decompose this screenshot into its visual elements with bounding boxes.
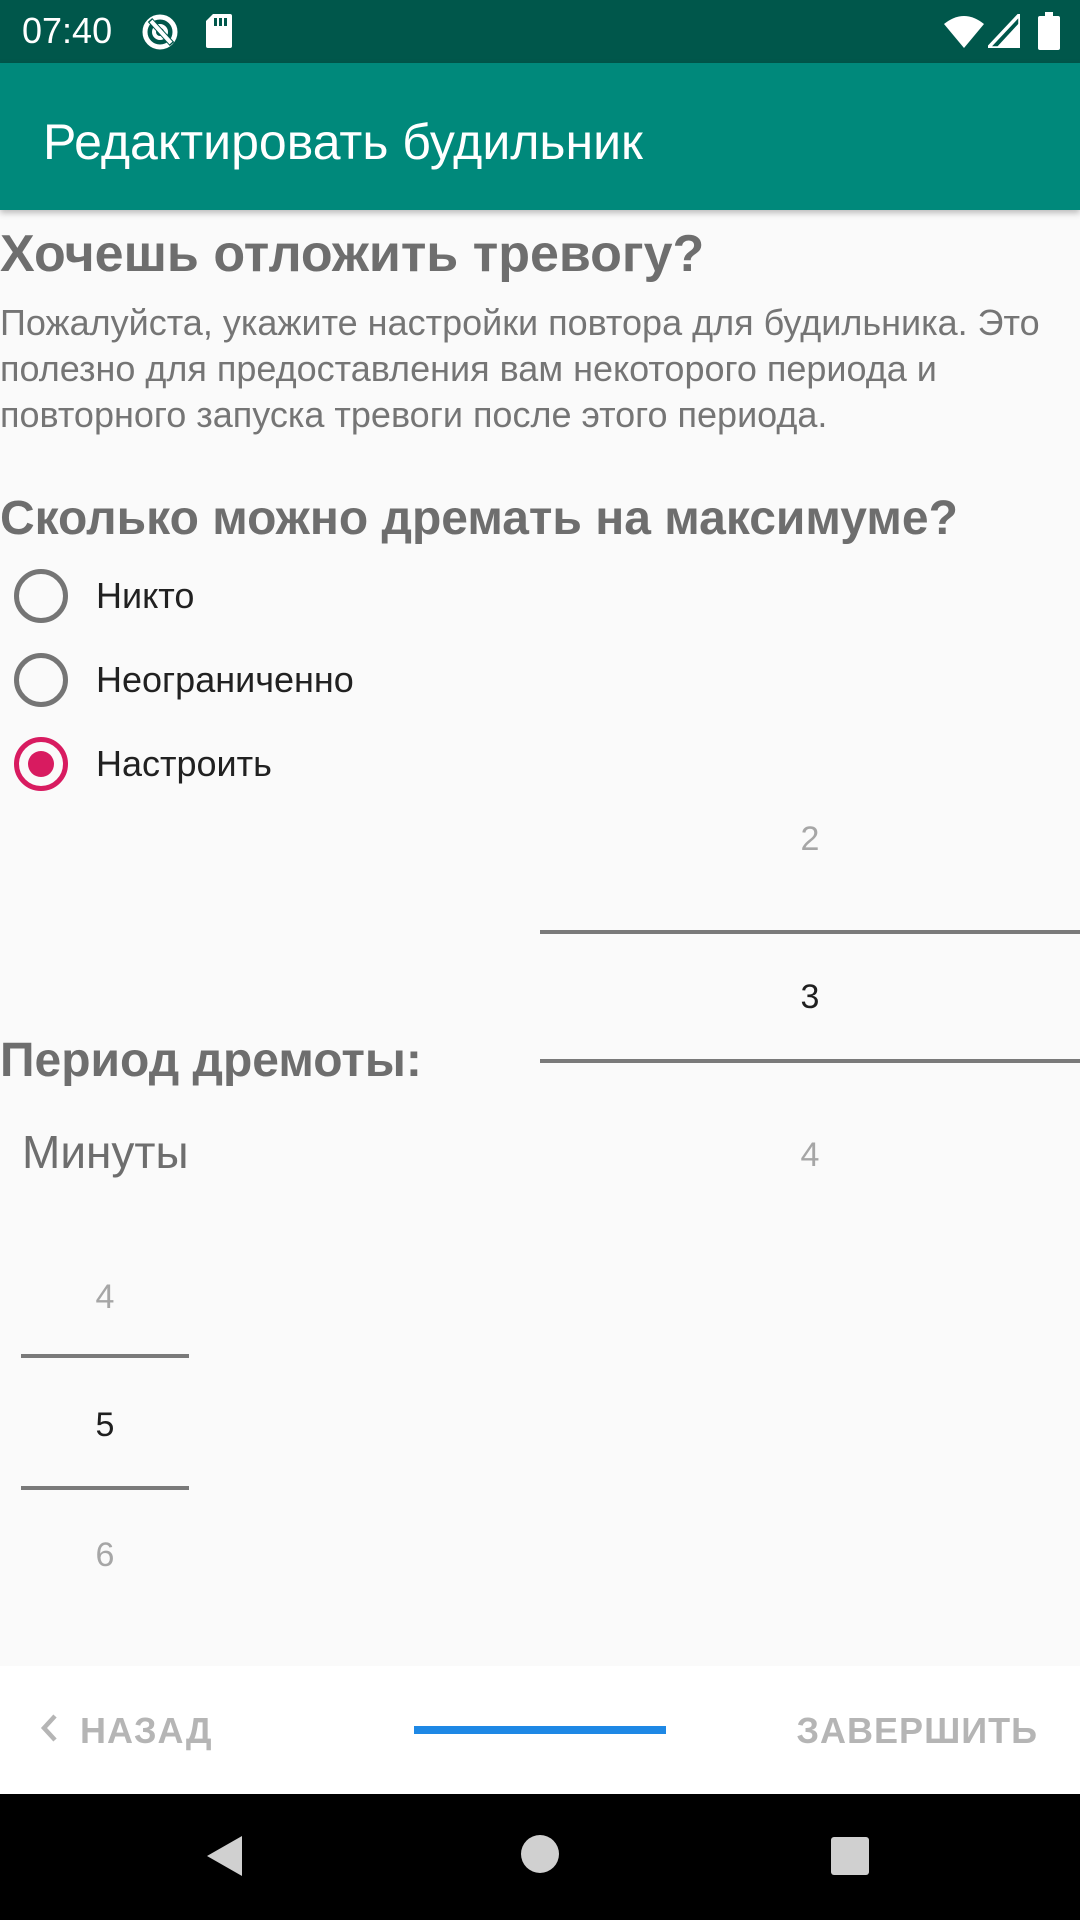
snooze-settings-form: Хочешь отложить тревогу? Пожалуйста, ука… <box>0 210 1080 1666</box>
page-title: Редактировать будильник <box>43 114 643 170</box>
snooze-period-heading: Период дремоты: <box>0 1034 422 1087</box>
radio-button-none[interactable] <box>14 569 68 623</box>
minutes-selected-value[interactable]: 5 <box>21 1406 189 1445</box>
picker-selected-value[interactable]: 3 <box>540 978 1080 1017</box>
battery-icon <box>1038 12 1060 55</box>
back-button-label: НАЗАД <box>80 1710 213 1751</box>
radio-button-custom[interactable] <box>14 737 68 791</box>
picker-next-value[interactable]: 4 <box>540 1136 1080 1175</box>
system-navigation-bar <box>0 1794 1080 1920</box>
recents-square-icon[interactable] <box>830 1836 870 1881</box>
radio-option-custom[interactable]: Настроить <box>14 735 272 793</box>
radio-label-none: Никто <box>96 575 195 616</box>
snooze-minutes-picker[interactable]: 4 5 6 <box>21 1260 189 1660</box>
sd-card-icon <box>204 12 234 55</box>
wifi-icon <box>944 14 984 53</box>
radio-label-unlimited: Неограниченно <box>96 659 354 700</box>
back-button[interactable]: НАЗАД <box>40 1706 213 1756</box>
max-snooze-heading: Сколько можно дремать на максимуме? <box>0 492 958 545</box>
snooze-question-heading: Хочешь отложить тревогу? <box>0 225 705 283</box>
radio-option-unlimited[interactable]: Неограниченно <box>14 651 354 709</box>
snooze-count-picker[interactable]: 2 3 4 <box>540 590 1080 1174</box>
radio-button-unlimited[interactable] <box>14 653 68 707</box>
chevron-left-icon <box>40 1710 58 1752</box>
finish-button[interactable]: ЗАВЕРШИТЬ <box>797 1706 1039 1756</box>
picker-divider-top <box>540 930 1080 934</box>
app-bar: Редактировать будильник <box>0 63 1080 210</box>
at-sign-icon <box>140 12 180 57</box>
home-circle-icon[interactable] <box>520 1834 560 1879</box>
minutes-label: Минуты <box>22 1126 189 1178</box>
picker-prev-value[interactable]: 2 <box>540 820 1080 859</box>
finish-button-label: ЗАВЕРШИТЬ <box>796 1710 1038 1751</box>
status-time: 07:40 <box>22 10 113 51</box>
wizard-navigation-bar: НАЗАД ЗАВЕРШИТЬ <box>0 1666 1080 1794</box>
radio-option-none[interactable]: Никто <box>14 567 194 625</box>
picker-divider-bottom <box>540 1059 1080 1063</box>
snooze-description: Пожалуйста, укажите настройки повтора дл… <box>0 302 1040 435</box>
signal-icon <box>983 9 1022 53</box>
minutes-prev-value[interactable]: 4 <box>21 1278 189 1317</box>
minutes-next-value[interactable]: 6 <box>21 1536 189 1575</box>
back-triangle-icon[interactable] <box>204 1834 244 1883</box>
minutes-divider-bottom <box>21 1486 189 1490</box>
minutes-divider-top <box>21 1354 189 1358</box>
step-progress-indicator <box>414 1726 666 1734</box>
radio-label-custom: Настроить <box>96 743 272 784</box>
status-bar: 07:40 <box>0 0 1080 63</box>
